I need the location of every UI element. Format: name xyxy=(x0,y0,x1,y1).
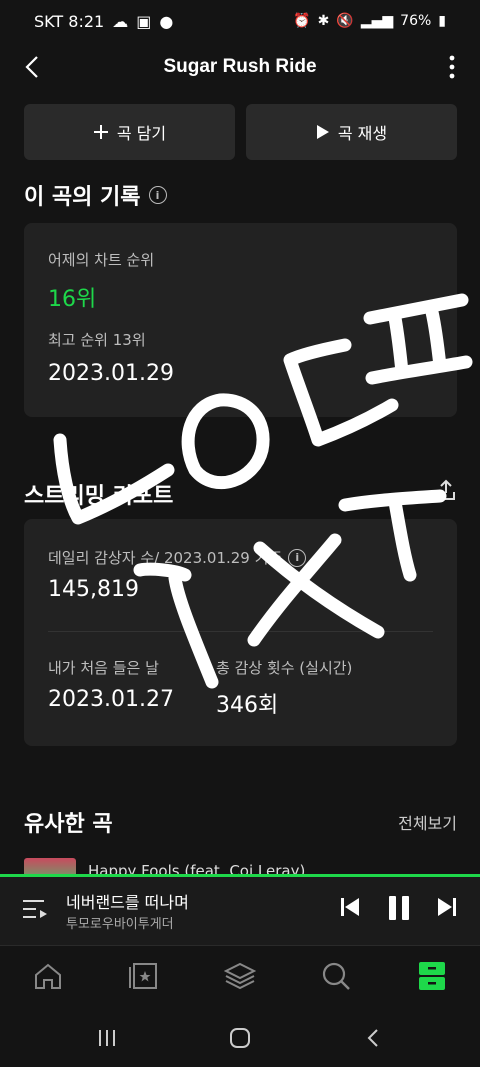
best-rank-date: 2023.01.29 xyxy=(48,361,174,386)
layers-icon xyxy=(224,962,256,990)
play-song-button[interactable]: 곡 재생 xyxy=(246,104,457,160)
bluetooth-icon: ✱ xyxy=(317,13,330,29)
page-title: Sugar Rush Ride xyxy=(163,56,317,77)
chat-icon: ● xyxy=(159,11,174,31)
star-card-icon xyxy=(129,963,157,989)
plus-icon xyxy=(93,125,108,139)
daily-listeners-label: 데일리 감상자 수/ 2023.01.29 기준 xyxy=(48,549,283,567)
battery-icon: ▮ xyxy=(438,13,446,29)
streaming-card: 데일리 감상자 수/ 2023.01.29 기준 i 145,819 내가 처음… xyxy=(24,519,457,746)
now-playing-title: 네버랜드를 떠나며 xyxy=(66,893,189,912)
add-song-button[interactable]: 곡 담기 xyxy=(24,104,235,160)
drawer-icon xyxy=(419,962,445,990)
info-icon[interactable]: i xyxy=(148,186,167,204)
status-bar: SKT 8:21 ☁ ▣ ● ⏰ ✱ 🔇 ▂▄▆ 76% ▮ xyxy=(0,0,480,42)
total-plays-value: 346회 xyxy=(216,693,279,718)
status-time: SKT 8:21 xyxy=(34,11,105,31)
record-title-text: 이 곡의 기록 xyxy=(24,185,141,210)
battery-level: 76% xyxy=(400,13,432,29)
skip-previous-icon xyxy=(341,898,359,916)
signal-icon: ▂▄▆ xyxy=(360,13,394,29)
share-icon xyxy=(437,479,455,500)
record-card: 어제의 차트 순위 16위 최고 순위 13위 2023.01.29 xyxy=(24,223,457,417)
streaming-section-title: 스트리밍 리포트 xyxy=(24,478,173,510)
system-nav-bar xyxy=(0,1011,480,1067)
tab-search[interactable] xyxy=(320,960,352,992)
now-playing-artist: 투모로우바이투게더 xyxy=(66,917,174,932)
back-chevron-icon xyxy=(367,1029,378,1047)
search-icon xyxy=(322,962,350,990)
cloud-icon: ☁ xyxy=(112,11,129,31)
tab-storage[interactable] xyxy=(416,960,448,992)
similar-section-title: 유사한 곡 xyxy=(24,812,113,837)
daily-info-icon[interactable]: i xyxy=(288,548,307,567)
first-listen-value: 2023.01.27 xyxy=(48,687,174,712)
alarm-icon: ⏰ xyxy=(293,13,311,29)
see-all-link[interactable]: 전체보기 xyxy=(398,810,457,834)
pause-button[interactable] xyxy=(387,895,411,925)
playlist-button[interactable] xyxy=(22,897,48,925)
pause-icon xyxy=(389,896,409,920)
best-rank-label: 최고 순위 13위 xyxy=(48,331,146,349)
card-divider xyxy=(48,631,433,632)
total-plays-label: 총 감상 횟수 (실시간) xyxy=(216,659,353,677)
chevron-left-icon xyxy=(25,56,38,78)
yesterday-rank-value: 16위 xyxy=(48,287,97,312)
record-section-title: 이 곡의 기록 i xyxy=(24,179,167,211)
back-button[interactable] xyxy=(18,52,46,82)
home-button[interactable] xyxy=(229,1027,251,1053)
system-back-button[interactable] xyxy=(366,1027,380,1053)
play-icon xyxy=(316,125,329,139)
more-options-button[interactable] xyxy=(440,52,464,82)
add-song-label: 곡 담기 xyxy=(116,124,167,143)
tab-layers[interactable] xyxy=(224,960,256,992)
home-circle-icon xyxy=(230,1028,250,1048)
more-vertical-icon xyxy=(449,55,455,79)
skip-next-icon xyxy=(438,898,456,916)
bottom-tab-bar xyxy=(0,945,480,1011)
gallery-icon: ▣ xyxy=(136,11,152,31)
home-icon xyxy=(35,963,61,989)
top-bar: Sugar Rush Ride xyxy=(0,42,480,92)
similar-header: 유사한 곡 전체보기 xyxy=(24,806,457,838)
share-button[interactable] xyxy=(434,478,458,502)
streaming-title-text: 스트리밍 리포트 xyxy=(24,484,174,509)
mute-icon: 🔇 xyxy=(336,13,354,29)
playlist-icon xyxy=(23,900,47,918)
mini-player[interactable]: 네버랜드를 떠나며 투모로우바이투게더 xyxy=(0,877,480,945)
action-row: 곡 담기 곡 재생 xyxy=(24,104,457,160)
previous-button[interactable] xyxy=(340,895,360,923)
play-song-label: 곡 재생 xyxy=(337,124,388,143)
daily-listeners-value: 145,819 xyxy=(48,577,139,602)
tab-home[interactable] xyxy=(32,960,64,992)
yesterday-rank-label: 어제의 차트 순위 xyxy=(48,251,155,269)
recents-icon xyxy=(99,1030,115,1046)
tab-library[interactable] xyxy=(128,960,160,992)
daily-listeners-row: 데일리 감상자 수/ 2023.01.29 기준 i xyxy=(48,547,307,568)
next-button[interactable] xyxy=(437,895,457,923)
first-listen-label: 내가 처음 들은 날 xyxy=(48,659,159,677)
recent-apps-button[interactable] xyxy=(96,1027,118,1053)
